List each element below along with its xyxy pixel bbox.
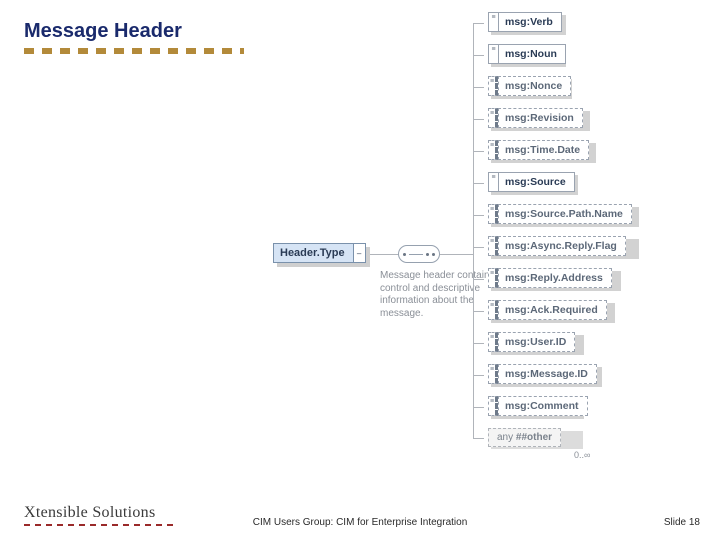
root-label: Header.Type [273,243,354,263]
attributes-indicator-icon: ≡ [488,140,498,160]
footer-slide-number: Slide 18 [664,517,700,528]
connector-stub [473,279,484,280]
element-label: msg:Comment [498,396,588,416]
schema-element: ≡msg:Revision [484,108,694,130]
schema-element: ≡msg:Async.Reply.Flag [484,236,694,258]
element-label: msg:Reply.Address [498,268,612,288]
connector-line [370,254,398,255]
schema-element: ≡msg:Nonce [484,76,694,98]
element-label: msg:Verb [498,12,562,32]
connector-stub [473,311,484,312]
attributes-indicator-icon: ≡ [488,204,498,224]
element-label: msg:Async.Reply.Flag [498,236,626,256]
attributes-indicator-icon: ≡ [488,396,498,416]
connector-stub [473,55,484,56]
title-underline [24,48,244,54]
attributes-indicator-icon: ≡ [488,12,498,32]
sequence-compositor-icon [398,245,440,263]
attributes-indicator-icon: ≡ [488,76,498,96]
connector-stub [473,375,484,376]
element-label: msg:Source.Path.Name [498,204,632,224]
slide-title: Message Header [24,20,182,43]
schema-element: ≡msg:Time.Date [484,140,694,162]
element-label: msg:Message.ID [498,364,597,384]
schema-element: ≡msg:User.ID [484,332,694,354]
schema-element: ≡msg:Ack.Required [484,300,694,322]
connector-stub [473,407,484,408]
schema-element: ≡msg:Reply.Address [484,268,694,290]
attributes-indicator-icon: ≡ [488,300,498,320]
connector-stub [473,119,484,120]
any-namespace: ##other [516,432,552,443]
attributes-indicator-icon: ≡ [488,236,498,256]
collapse-toggle-icon: – [354,243,366,263]
footer-caption: CIM Users Group: CIM for Enterprise Inte… [0,517,720,528]
schema-any: any ##other0..∞ [484,428,694,450]
connector-stub [473,183,484,184]
schema-element: ≡msg:Source [484,172,694,194]
connector-stub [473,151,484,152]
schema-element: ≡msg:Message.ID [484,364,694,386]
schema-element: ≡msg:Noun [484,44,694,66]
schema-element: ≡msg:Comment [484,396,694,418]
connector-stub [473,247,484,248]
connector-stub [473,87,484,88]
schema-element: ≡msg:Source.Path.Name [484,204,694,226]
element-label: msg:Revision [498,108,583,128]
element-label: msg:Nonce [498,76,571,96]
connector-stub [473,438,484,439]
attributes-indicator-icon: ≡ [488,44,498,64]
attributes-indicator-icon: ≡ [488,364,498,384]
element-label: msg:Time.Date [498,140,589,160]
element-label: msg:Noun [498,44,566,64]
element-label: msg:Ack.Required [498,300,607,320]
any-prefix: any [497,432,513,443]
schema-element: ≡msg:Verb [484,12,694,34]
element-label: msg:User.ID [498,332,575,352]
root-element: Header.Type – [273,243,366,263]
attributes-indicator-icon: ≡ [488,172,498,192]
attributes-indicator-icon: ≡ [488,268,498,288]
any-occurs: 0..∞ [574,450,590,460]
attributes-indicator-icon: ≡ [488,332,498,352]
connector-stub [473,23,484,24]
connector-line [440,254,474,255]
connector-stub [473,215,484,216]
element-label: msg:Source [498,172,575,192]
connector-stub [473,343,484,344]
children-column: ≡msg:Verb≡msg:Noun≡msg:Nonce≡msg:Revisio… [484,12,694,450]
attributes-indicator-icon: ≡ [488,108,498,128]
